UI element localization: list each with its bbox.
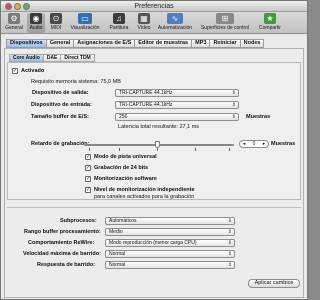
speaker-icon: ◉ xyxy=(30,13,42,24)
independent-monitor-checkbox[interactable]: ✓ xyxy=(85,187,91,193)
select-arrows-icon: ⇕ xyxy=(227,262,232,268)
output-device-select[interactable]: TRI-CAPTURE 44.1kHz ⇕ xyxy=(115,89,239,97)
driver-subtabs: Core Audio DAE Direct TDM xyxy=(9,54,95,62)
record-delay-thumb[interactable] xyxy=(155,141,160,148)
toolbar-general[interactable]: ⚙ General xyxy=(4,13,24,33)
toolbar-compartir[interactable]: ★ Compartir xyxy=(257,13,283,33)
midi-port-icon: ⊙ xyxy=(50,13,62,24)
slider-tick xyxy=(157,148,158,151)
bits24-checkbox[interactable]: ✓ xyxy=(85,165,91,171)
velocidad-select[interactable]: Normal ⇕ xyxy=(105,250,235,258)
monitor-icon: ▭ xyxy=(78,13,92,24)
rango-buffer-label: Rango buffer procesamiento: xyxy=(24,229,101,235)
toolbar-video[interactable]: ▦ Vídeo xyxy=(135,13,153,33)
subprocesos-select[interactable]: Automáticos ⇕ xyxy=(105,217,235,225)
independent-monitor-label: Nivel de monitorización independiente xyxy=(94,187,195,193)
memory-requirement: Requisito memoria sistema: 75,0 MB xyxy=(31,79,121,85)
tab-asignaciones[interactable]: Asignaciones de E/S xyxy=(73,39,136,48)
control-surface-icon: ⊞ xyxy=(216,13,234,24)
universal-track-checkbox[interactable]: ✓ xyxy=(85,154,91,160)
toolbar-midi[interactable]: ⊙ MIDI xyxy=(48,13,64,33)
select-arrows-icon: ⇕ xyxy=(227,251,232,257)
buffer-size-select[interactable]: 256 ⇕ xyxy=(115,113,239,121)
select-arrows-icon: ⇕ xyxy=(231,90,236,96)
software-monitor-checkbox[interactable]: ✓ xyxy=(85,176,91,182)
slider-tick xyxy=(229,148,230,151)
activado-label: Activado xyxy=(21,68,45,74)
tab-reiniciar[interactable]: Reiniciar xyxy=(209,39,241,48)
toolbar-audio[interactable]: ◉ Audio xyxy=(27,13,45,33)
share-icon: ★ xyxy=(264,13,276,24)
separator xyxy=(7,207,301,208)
input-device-select[interactable]: TRI-CAPTURE 44.1kHz ⇕ xyxy=(115,101,239,109)
slider-tick xyxy=(119,148,120,151)
input-device-label: Dispositivo de entrada: xyxy=(31,102,92,108)
universal-track-label: Modo de pista universal xyxy=(94,154,157,160)
audio-tabs: Dispositivos General Asignaciones de E/S… xyxy=(6,39,265,48)
toolbar-visualizacion[interactable]: ▭ Visualización xyxy=(67,13,103,33)
activado-checkbox[interactable]: ✓ xyxy=(12,68,18,74)
respuesta-label: Respuesta de barrido: xyxy=(37,262,96,268)
tab-general[interactable]: General xyxy=(45,39,75,48)
select-arrows-icon: ⇕ xyxy=(227,240,232,246)
select-arrows-icon: ⇕ xyxy=(227,218,232,224)
respuesta-select[interactable]: Normal ⇕ xyxy=(105,261,235,269)
title-bar: Preferencias xyxy=(1,1,307,12)
select-arrows-icon: ⇕ xyxy=(227,229,232,235)
rewire-label: Comportamiento ReWire: xyxy=(28,240,95,246)
velocidad-label: Velocidad máxima de barrido: xyxy=(23,251,101,257)
record-delay-unit: Muestras xyxy=(271,141,296,147)
switch-icon: ⚙ xyxy=(8,13,20,24)
preferences-toolbar: ⚙ General ◉ Audio ⊙ MIDI ▭ Visualización… xyxy=(1,12,307,34)
automation-icon: ∿ xyxy=(167,13,183,24)
tab-editor-muestras[interactable]: Editor de muestras xyxy=(134,39,193,48)
stepper-up-icon[interactable]: ▸ xyxy=(263,141,266,147)
window-title: Preferencias xyxy=(134,3,174,10)
select-arrows-icon: ⇕ xyxy=(231,102,236,108)
slider-tick xyxy=(89,148,90,151)
buffer-unit: Muestras xyxy=(246,114,271,120)
stepper-down-icon[interactable]: ◂ xyxy=(243,141,246,147)
subtab-direct-tdm[interactable]: Direct TDM xyxy=(60,54,95,62)
subtab-dae[interactable]: DAE xyxy=(42,54,62,62)
film-icon: ▦ xyxy=(138,13,150,24)
software-monitor-label: Monitorización software xyxy=(94,176,157,182)
independent-monitor-sub: para canales activados para la grabación xyxy=(94,194,195,200)
tab-nodes[interactable]: Nodes xyxy=(239,39,265,48)
rango-buffer-select[interactable]: Medio ⇕ xyxy=(105,228,235,236)
toolbar-automatizacion[interactable]: ∿ Automatización xyxy=(156,13,194,33)
bits24-label: Grabación de 24 bits xyxy=(94,165,149,171)
record-delay-stepper[interactable]: ◂ 0 ▸ xyxy=(239,140,269,148)
apply-changes-button[interactable]: Aplicar cambios xyxy=(248,279,300,288)
preferences-window: Preferencias ⚙ General ◉ Audio ⊙ MIDI ▭ … xyxy=(0,0,308,300)
subtab-core-audio[interactable]: Core Audio xyxy=(9,54,44,62)
tab-mp3[interactable]: MP3 xyxy=(191,39,211,48)
toolbar-partitura[interactable]: ♫ Partitura xyxy=(106,13,132,33)
latency-label: Latencia total resultante: 27,1 ms xyxy=(118,124,200,130)
rewire-select[interactable]: Modo reproducción (menor carga CPU) ⇕ xyxy=(105,239,235,247)
slider-tick xyxy=(195,148,196,151)
record-delay-label: Retardo de grabación: xyxy=(31,141,90,147)
buffer-size-label: Tamaño buffer de E/S: xyxy=(31,114,89,120)
toolbar-superficies[interactable]: ⊞ Superficies de control xyxy=(197,13,253,33)
output-device-label: Dispositivo de salida: xyxy=(32,90,89,96)
subprocesos-label: Subprocesos: xyxy=(60,218,97,224)
tab-dispositivos[interactable]: Dispositivos xyxy=(6,39,47,48)
score-icon: ♫ xyxy=(113,13,125,24)
select-arrows-icon: ⇕ xyxy=(231,114,236,120)
